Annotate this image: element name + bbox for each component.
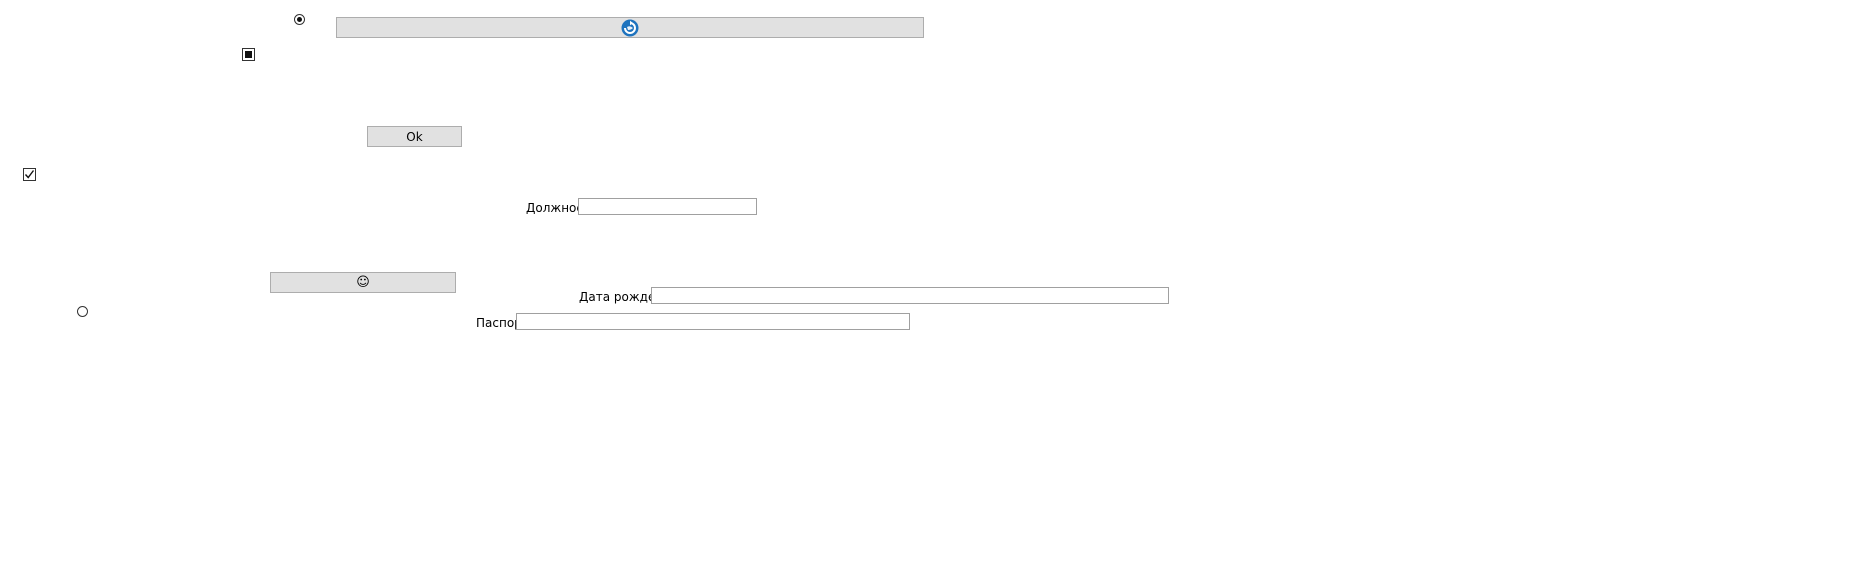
smiley-icon: ☺ — [356, 275, 370, 290]
smiley-button[interactable]: ☺ — [270, 272, 456, 293]
birth-date-input[interactable] — [651, 287, 1169, 304]
radio-button-unselected[interactable] — [77, 306, 88, 317]
ok-button-label: Ok — [406, 129, 423, 144]
ok-button[interactable]: Ok — [367, 126, 462, 147]
position-input[interactable] — [578, 198, 757, 215]
checkmark-icon — [24, 170, 35, 179]
checkbox-checked[interactable] — [23, 168, 36, 181]
checkbox-indeterminate-mark — [245, 51, 252, 58]
radio-dot — [297, 17, 302, 22]
refresh-globe-icon — [621, 19, 639, 36]
refresh-button[interactable] — [336, 17, 924, 38]
radio-button-selected[interactable] — [294, 14, 305, 25]
passport-input[interactable] — [516, 313, 910, 330]
checkbox-indeterminate[interactable] — [242, 48, 255, 61]
